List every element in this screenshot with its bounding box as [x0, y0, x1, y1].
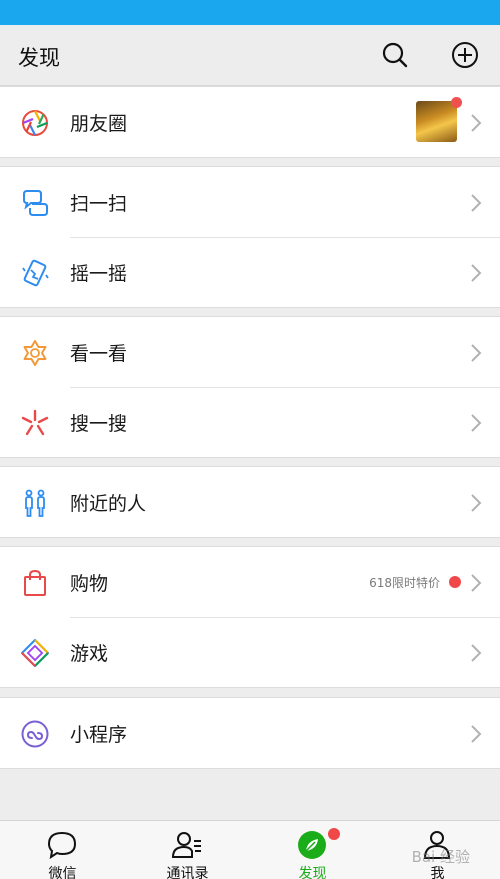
scan-icon: [20, 188, 50, 218]
scan-label: 扫一扫: [70, 193, 128, 215]
chat-bubble-icon: [45, 829, 79, 861]
shopping-badge-dot: [449, 576, 461, 588]
people-nearby-label: 附近的人: [70, 493, 147, 515]
chevron-right-icon: [470, 724, 482, 744]
list-item-search[interactable]: 搜一搜: [0, 387, 500, 457]
list-item-shake[interactable]: 摇一摇: [0, 237, 500, 307]
plus-circle-icon[interactable]: [449, 39, 481, 71]
search-label: 搜一搜: [70, 413, 128, 435]
list-item-people-nearby[interactable]: 附近的人: [0, 467, 500, 537]
mini-programs-label: 小程序: [70, 724, 128, 746]
group-people-nearby: 附近的人: [0, 466, 500, 538]
chevron-right-icon: [470, 113, 482, 133]
list-item-scan[interactable]: 扫一扫: [0, 167, 500, 237]
compass-icon: [295, 829, 329, 861]
chevron-right-icon: [470, 263, 482, 283]
tab-discover-label: 发现: [298, 866, 327, 879]
shopping-label: 购物: [70, 573, 109, 595]
moments-aperture-icon: [20, 108, 50, 138]
chevron-right-icon: [470, 343, 482, 363]
promo-text: 618限时特价: [369, 576, 440, 590]
watermark: Bai 经验: [411, 848, 470, 866]
moments-avatar-thumbnail: [416, 101, 457, 142]
moments-new-dot: [451, 97, 462, 108]
tab-contacts-label: 通讯录: [166, 866, 209, 879]
shopping-bag-icon: [20, 568, 50, 598]
list-item-mini-programs[interactable]: 小程序: [0, 698, 500, 768]
chevron-right-icon: [470, 573, 482, 593]
tab-discover[interactable]: 发现: [250, 821, 375, 879]
mini-program-icon: [20, 719, 50, 749]
group-scan-shake: 扫一扫 摇一摇: [0, 166, 500, 308]
top-stories-icon: [20, 338, 50, 368]
tab-chats[interactable]: 微信: [0, 821, 125, 879]
list-item-games[interactable]: 游戏: [0, 617, 500, 687]
page-title: 发现: [18, 46, 60, 70]
tab-chats-label: 微信: [48, 866, 77, 879]
search-spark-icon: [20, 408, 50, 438]
contacts-icon: [170, 829, 204, 861]
group-mini-programs: 小程序: [0, 697, 500, 769]
search-icon[interactable]: [379, 39, 411, 71]
tab-contacts[interactable]: 通讯录: [125, 821, 250, 879]
chevron-right-icon: [470, 193, 482, 213]
status-bar: [0, 0, 500, 25]
top-stories-label: 看一看: [70, 343, 128, 365]
shake-phone-icon: [20, 258, 50, 288]
chevron-right-icon: [470, 643, 482, 663]
chevron-right-icon: [470, 493, 482, 513]
group-moments: 朋友圈: [0, 86, 500, 158]
group-top-stories-search: 看一看 搜一搜: [0, 316, 500, 458]
people-nearby-icon: [20, 488, 50, 518]
list-item-moments[interactable]: 朋友圈: [0, 87, 500, 157]
group-shopping-games: 购物 618限时特价 游戏: [0, 546, 500, 688]
list-item-shopping[interactable]: 购物 618限时特价: [0, 547, 500, 617]
discover-badge-dot: [328, 828, 340, 840]
list-item-top-stories[interactable]: 看一看: [0, 317, 500, 387]
games-label: 游戏: [70, 643, 109, 665]
moments-label: 朋友圈: [70, 113, 128, 135]
top-bar: 发现: [0, 25, 500, 86]
shake-label: 摇一摇: [70, 263, 128, 285]
games-diamond-icon: [20, 638, 50, 668]
chevron-right-icon: [470, 413, 482, 433]
